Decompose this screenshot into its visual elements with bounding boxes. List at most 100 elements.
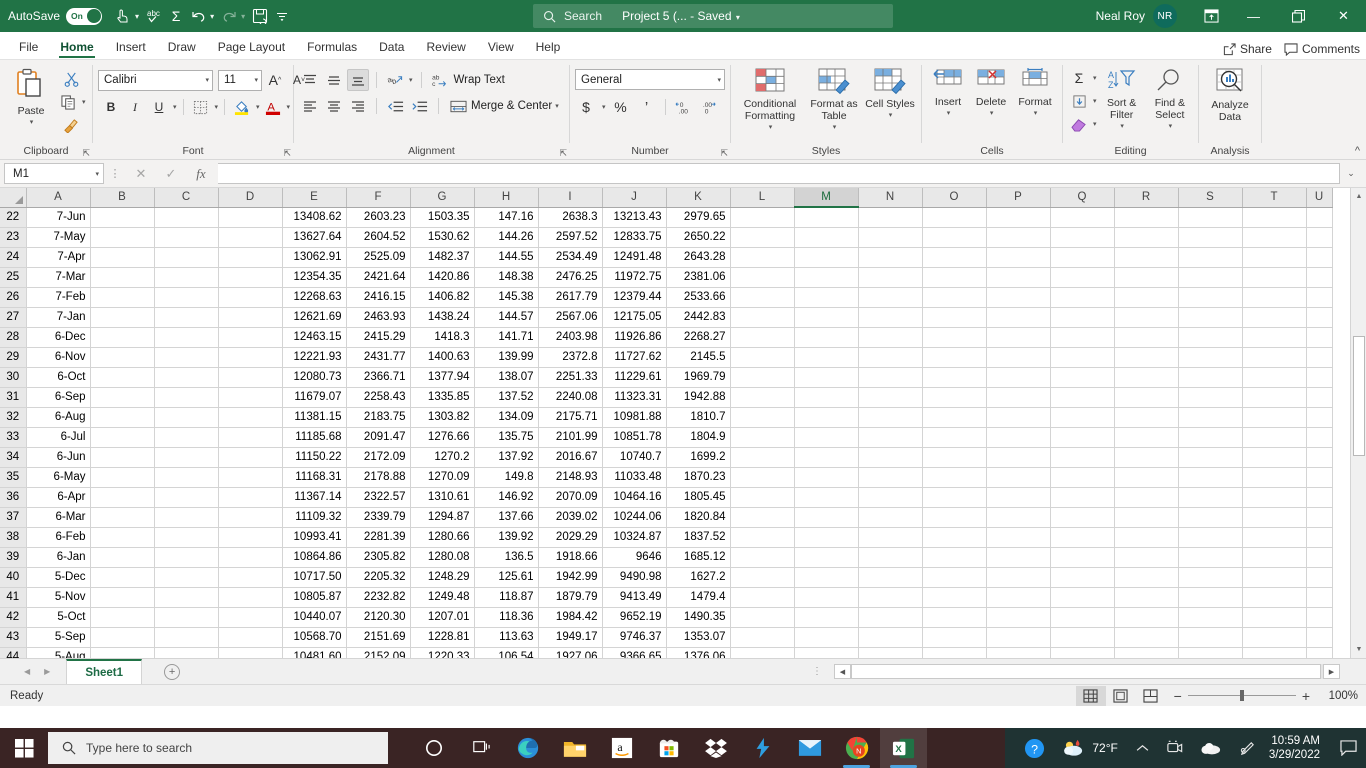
cell-L31[interactable] xyxy=(730,387,794,407)
cell-Q22[interactable] xyxy=(1050,207,1114,227)
cell-D34[interactable] xyxy=(218,447,282,467)
cell-R24[interactable] xyxy=(1114,247,1178,267)
cell-U34[interactable] xyxy=(1306,447,1332,467)
borders-caret-icon[interactable]: ▾ xyxy=(214,103,219,111)
cell-N31[interactable] xyxy=(858,387,922,407)
cell-O29[interactable] xyxy=(922,347,986,367)
scroll-right-button[interactable]: ▶ xyxy=(1323,664,1340,679)
cell-S32[interactable] xyxy=(1178,407,1242,427)
bold-button[interactable]: B xyxy=(100,96,122,118)
cell-H35[interactable]: 149.8 xyxy=(474,467,538,487)
cell-R43[interactable] xyxy=(1114,627,1178,647)
cell-H23[interactable]: 144.26 xyxy=(474,227,538,247)
cell-A36[interactable]: 6-Apr xyxy=(26,487,90,507)
cell-H25[interactable]: 148.38 xyxy=(474,267,538,287)
horizontal-scroll-track[interactable] xyxy=(851,664,1323,679)
cell-T37[interactable] xyxy=(1242,507,1306,527)
underline-caret-icon[interactable]: ▾ xyxy=(172,103,177,111)
formula-input[interactable] xyxy=(218,163,1340,184)
undo-caret-icon[interactable]: ▾ xyxy=(209,12,218,21)
cell-D38[interactable] xyxy=(218,527,282,547)
amazon-icon[interactable]: a xyxy=(598,728,645,768)
cell-D42[interactable] xyxy=(218,607,282,627)
cell-H38[interactable]: 139.92 xyxy=(474,527,538,547)
task-view-icon[interactable] xyxy=(457,728,504,768)
fill-color-caret-icon[interactable]: ▾ xyxy=(255,103,260,111)
cell-E42[interactable]: 10440.07 xyxy=(282,607,346,627)
find-select-button[interactable]: Find & Select ▾ xyxy=(1147,67,1193,133)
row-header-28[interactable]: 28 xyxy=(0,327,26,347)
cell-C35[interactable] xyxy=(154,467,218,487)
cell-U41[interactable] xyxy=(1306,587,1332,607)
cell-G26[interactable]: 1406.82 xyxy=(410,287,474,307)
cell-D23[interactable] xyxy=(218,227,282,247)
cell-H43[interactable]: 113.63 xyxy=(474,627,538,647)
previous-sheet-button[interactable]: ◀ xyxy=(24,667,30,676)
cell-B34[interactable] xyxy=(90,447,154,467)
cell-P22[interactable] xyxy=(986,207,1050,227)
cell-D31[interactable] xyxy=(218,387,282,407)
cell-K40[interactable]: 1627.2 xyxy=(666,567,730,587)
row-header-41[interactable]: 41 xyxy=(0,587,26,607)
cell-D43[interactable] xyxy=(218,627,282,647)
cell-L39[interactable] xyxy=(730,547,794,567)
tab-data[interactable]: Data xyxy=(368,37,415,59)
cell-Q32[interactable] xyxy=(1050,407,1114,427)
cell-T35[interactable] xyxy=(1242,467,1306,487)
taskbar-search-input[interactable]: Type here to search xyxy=(48,732,388,764)
microsoft-store-icon[interactable] xyxy=(645,728,692,768)
cell-A39[interactable]: 6-Jan xyxy=(26,547,90,567)
cell-G28[interactable]: 1418.3 xyxy=(410,327,474,347)
cell-O30[interactable] xyxy=(922,367,986,387)
cell-P33[interactable] xyxy=(986,427,1050,447)
cell-J37[interactable]: 10244.06 xyxy=(602,507,666,527)
cell-J44[interactable]: 9366.65 xyxy=(602,647,666,658)
clear-button[interactable] xyxy=(1068,113,1090,135)
cell-L28[interactable] xyxy=(730,327,794,347)
tab-formulas[interactable]: Formulas xyxy=(296,37,368,59)
cell-T27[interactable] xyxy=(1242,307,1306,327)
cell-J39[interactable]: 9646 xyxy=(602,547,666,567)
cell-C32[interactable] xyxy=(154,407,218,427)
cell-F36[interactable]: 2322.57 xyxy=(346,487,410,507)
cell-T42[interactable] xyxy=(1242,607,1306,627)
cancel-entry-button[interactable]: ✕ xyxy=(126,166,156,182)
cell-L42[interactable] xyxy=(730,607,794,627)
cell-J32[interactable]: 10981.88 xyxy=(602,407,666,427)
autosave-toggle[interactable]: On xyxy=(66,8,102,25)
cell-M33[interactable] xyxy=(794,427,858,447)
cell-L22[interactable] xyxy=(730,207,794,227)
cell-B32[interactable] xyxy=(90,407,154,427)
cell-R29[interactable] xyxy=(1114,347,1178,367)
decrease-indent-button[interactable] xyxy=(384,95,406,117)
cell-P44[interactable] xyxy=(986,647,1050,658)
delete-cells-button[interactable]: Delete ▾ xyxy=(969,66,1013,120)
cell-D30[interactable] xyxy=(218,367,282,387)
cell-U32[interactable] xyxy=(1306,407,1332,427)
cell-H34[interactable]: 137.92 xyxy=(474,447,538,467)
cell-T34[interactable] xyxy=(1242,447,1306,467)
wrap-text-button[interactable]: abc xyxy=(430,69,452,91)
cell-Q28[interactable] xyxy=(1050,327,1114,347)
cell-T36[interactable] xyxy=(1242,487,1306,507)
mail-icon[interactable] xyxy=(786,728,833,768)
fill-button[interactable] xyxy=(1068,90,1090,112)
cell-R23[interactable] xyxy=(1114,227,1178,247)
cell-L33[interactable] xyxy=(730,427,794,447)
cell-A37[interactable]: 6-Mar xyxy=(26,507,90,527)
cell-S39[interactable] xyxy=(1178,547,1242,567)
cell-S35[interactable] xyxy=(1178,467,1242,487)
cell-I31[interactable]: 2240.08 xyxy=(538,387,602,407)
cell-N37[interactable] xyxy=(858,507,922,527)
cell-R37[interactable] xyxy=(1114,507,1178,527)
cell-M24[interactable] xyxy=(794,247,858,267)
row-header-34[interactable]: 34 xyxy=(0,447,26,467)
cell-J26[interactable]: 12379.44 xyxy=(602,287,666,307)
cell-P28[interactable] xyxy=(986,327,1050,347)
clock[interactable]: 10:59 AM 3/29/2022 xyxy=(1265,734,1330,762)
cell-U36[interactable] xyxy=(1306,487,1332,507)
column-header-h[interactable]: H xyxy=(474,188,538,207)
cell-Q29[interactable] xyxy=(1050,347,1114,367)
underline-button[interactable]: U xyxy=(148,96,170,118)
restore-button[interactable] xyxy=(1276,0,1321,32)
